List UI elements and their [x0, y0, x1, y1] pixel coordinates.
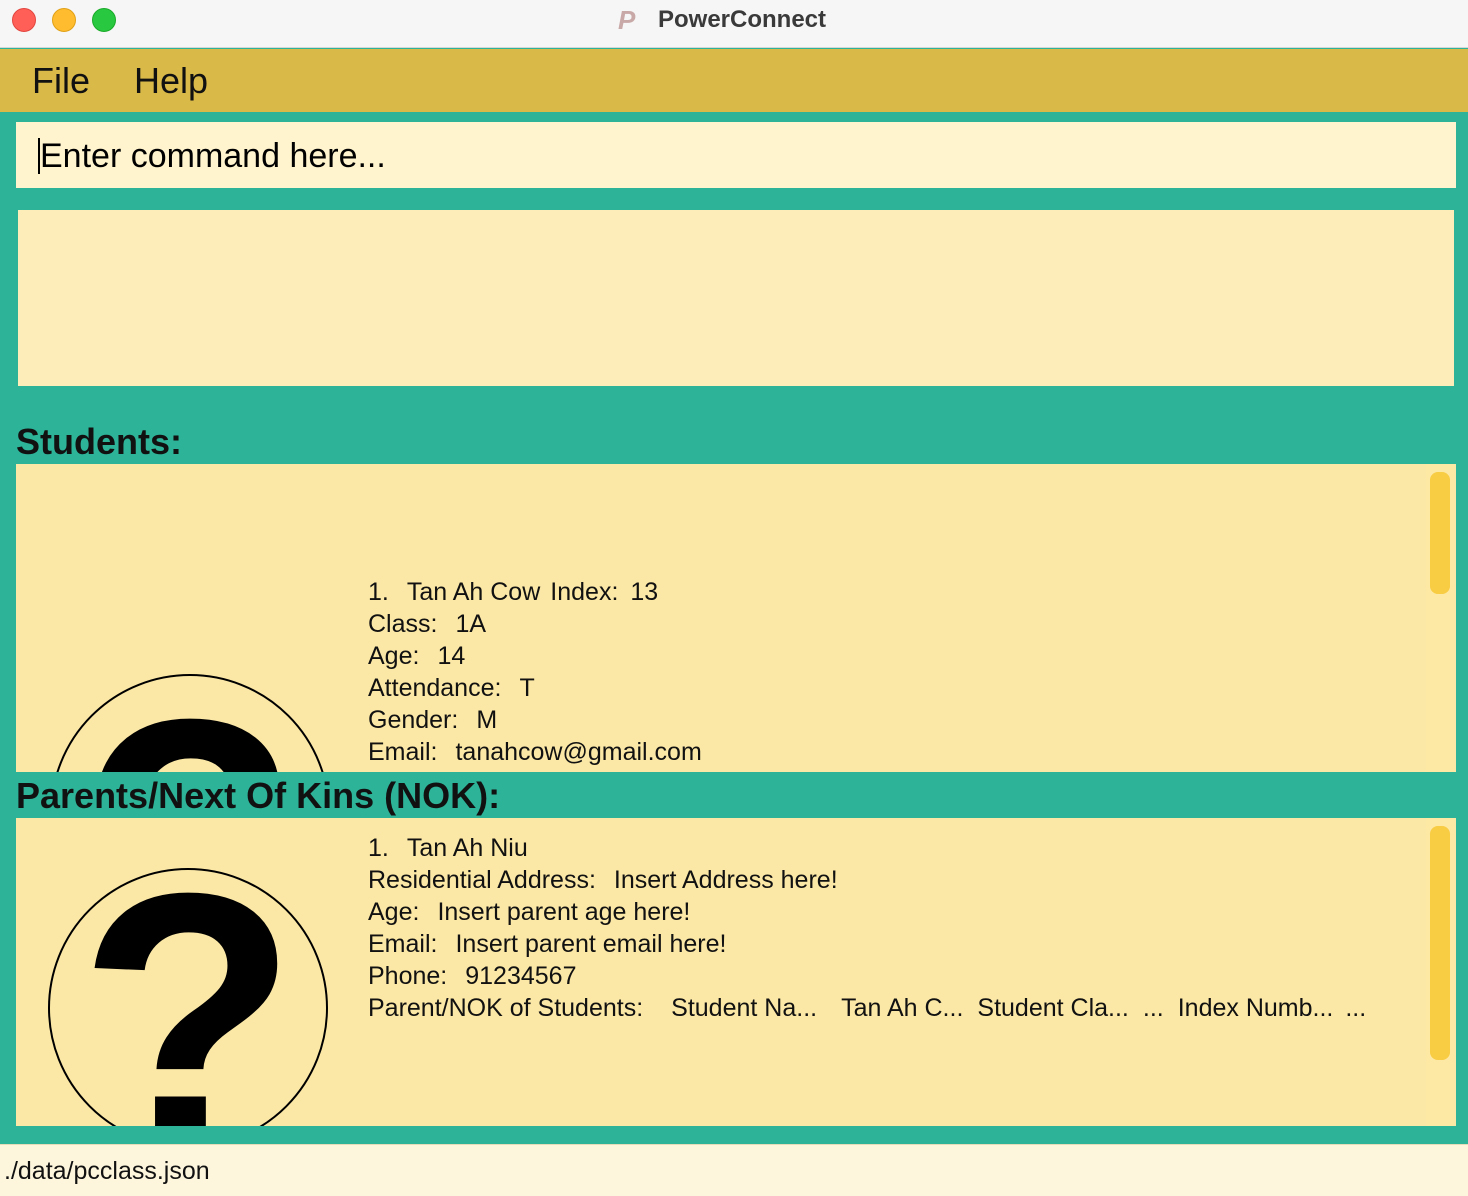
parent-address-row: Residential Address: Insert Address here!: [368, 864, 1366, 896]
data-file-path: ./data/pcclass.json: [4, 1157, 210, 1185]
status-bar: ./data/pcclass.json: [0, 1144, 1468, 1196]
parents-list[interactable]: ? 1. Tan Ah Niu Residential Address: Inser…: [16, 818, 1456, 1126]
student-gender-row: Gender: M: [368, 704, 702, 736]
parent-phone-label: Phone:: [368, 962, 448, 990]
student-class-value: 1A: [455, 610, 487, 638]
parent-email-label: Email:: [368, 930, 438, 958]
students-heading: Students:: [16, 421, 182, 462]
result-display: [18, 210, 1454, 386]
nok-student-cell: Tan Ah C...: [841, 994, 964, 1022]
parent-phone-row: Phone: 91234567: [368, 960, 1366, 992]
parent-students-label: Parent/NOK of Students:: [368, 994, 644, 1022]
app-logo-icon: P: [618, 5, 636, 35]
student-index-value: 13: [630, 578, 659, 606]
students-scroll-thumb[interactable]: [1430, 472, 1450, 594]
question-mark-icon: ?: [52, 676, 328, 772]
question-mark-icon: ?: [78, 868, 298, 1126]
parents-scroll-thumb[interactable]: [1430, 826, 1450, 1060]
students-list[interactable]: ? 1. Tan Ah Cow Index: 13 Class: 1A Age: 14 A…: [16, 464, 1456, 772]
menu-bar: File Help: [0, 49, 1468, 112]
student-index-label: Index:: [550, 578, 619, 606]
nok-student-cell: ...: [1142, 994, 1164, 1022]
student-gender-value: M: [476, 706, 498, 734]
window-title: PowerConnect: [658, 6, 827, 33]
student-attendance-value: T: [519, 674, 535, 702]
parents-scrollbar[interactable]: [1426, 818, 1454, 1126]
students-scrollbar[interactable]: [1426, 464, 1454, 772]
maximize-window-button[interactable]: [92, 8, 116, 32]
nok-student-cell: Student Na...: [671, 994, 818, 1022]
parent-card-index: 1.: [368, 834, 389, 862]
parent-address-label: Residential Address:: [368, 866, 596, 894]
student-attendance-row: Attendance: T: [368, 672, 702, 704]
student-class-row: Class: 1A: [368, 608, 702, 640]
parent-age-label: Age:: [368, 898, 420, 926]
parent-email-row: Email: Insert parent email here!: [368, 928, 1366, 960]
student-email-label: Email:: [368, 738, 438, 766]
parent-age-row: Age: Insert parent age here!: [368, 896, 1366, 928]
nok-student-cell: Index Numb...: [1177, 994, 1334, 1022]
nok-student-cell: ...: [1345, 994, 1367, 1022]
minimize-window-button[interactable]: [52, 8, 76, 32]
student-card[interactable]: 1. Tan Ah Cow Index: 13 Class: 1A Age: 14 Att…: [368, 576, 702, 768]
parent-avatar: ?: [48, 868, 328, 1126]
student-attendance-label: Attendance:: [368, 674, 502, 702]
command-input[interactable]: Enter command here...: [40, 136, 386, 176]
student-class-label: Class:: [368, 610, 438, 638]
student-email-row: Email: tanahcow@gmail.com: [368, 736, 702, 768]
title-bar: P PowerConnect: [0, 0, 1468, 48]
command-input-box[interactable]: Enter command here...: [16, 122, 1456, 188]
student-gender-label: Gender:: [368, 706, 459, 734]
student-name: Tan Ah Cow: [406, 578, 541, 606]
parent-phone-value: 91234567: [465, 962, 577, 990]
parents-heading: Parents/Next Of Kins (NOK):: [16, 775, 501, 816]
student-age-row: Age: 14: [368, 640, 702, 672]
student-age-value: 14: [437, 642, 466, 670]
nok-student-cell: Student Cla...: [977, 994, 1129, 1022]
parent-age-value: Insert parent age here!: [437, 898, 691, 926]
parent-card[interactable]: 1. Tan Ah Niu Residential Address: Insert …: [368, 832, 1366, 1024]
parent-name: Tan Ah Niu: [406, 834, 528, 862]
student-name-row: 1. Tan Ah Cow Index: 13: [368, 576, 702, 608]
student-email-value: tanahcow@gmail.com: [455, 738, 702, 766]
parent-name-row: 1. Tan Ah Niu: [368, 832, 1366, 864]
menu-file[interactable]: File: [32, 61, 90, 101]
parent-students-row: Parent/NOK of Students: Student Na... Tan …: [368, 992, 1366, 1024]
student-card-index: 1.: [368, 578, 389, 606]
menu-help[interactable]: Help: [134, 61, 208, 101]
parent-address-value: Insert Address here!: [613, 866, 838, 894]
parent-email-value: Insert parent email here!: [455, 930, 727, 958]
close-window-button[interactable]: [12, 8, 36, 32]
student-age-label: Age:: [368, 642, 420, 670]
student-avatar: ?: [50, 674, 330, 772]
